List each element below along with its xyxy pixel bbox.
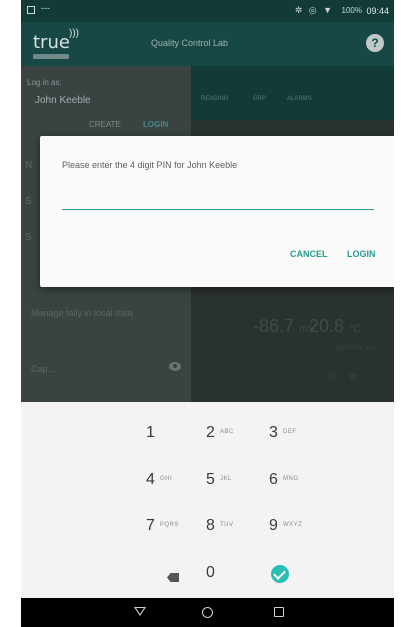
bluetooth-wifi-icons: ✲ ◎ ▼ (294, 5, 334, 15)
selected-user[interactable]: John Keeble (35, 95, 91, 106)
key-digit: 1 (146, 424, 155, 441)
notification-icon (27, 6, 35, 14)
bluetooth-icon: ✲ (349, 372, 358, 383)
battery-label: BATTERY 96% (336, 346, 377, 352)
login-button-bg[interactable]: LOGIN (143, 120, 168, 129)
mv-reading: -86.7 mV (253, 316, 316, 337)
key-9[interactable]: 9 WXYZ (269, 508, 349, 544)
cancel-button[interactable]: CANCEL (290, 249, 328, 259)
app-title: Quality Control Lab (151, 38, 229, 48)
key-digit: 0 (206, 564, 215, 581)
manage-tally-row: Manage tally in local data (31, 308, 133, 318)
true-logo: true ))) (33, 28, 93, 60)
pin-input[interactable] (62, 188, 374, 210)
key-digit: 9 (269, 517, 278, 534)
status-dash: --- (41, 3, 50, 13)
temp-reading: 20.8 °C (309, 316, 361, 337)
tab-alarms[interactable]: ALARMS (287, 96, 312, 102)
key-letters: MNO (283, 476, 299, 482)
key-digit: 8 (206, 517, 215, 534)
key-digit: 7 (146, 517, 155, 534)
tab-reading[interactable]: READING (201, 96, 228, 102)
help-icon[interactable]: ? (366, 34, 384, 52)
key-6[interactable]: 6 MNO (269, 462, 349, 498)
wireless-waves-icon: ))) (69, 28, 79, 39)
battery-level: 100% (341, 6, 362, 15)
logo-bar (33, 54, 69, 59)
row-letter: S (25, 232, 32, 243)
login-as-label: Log in as: (27, 78, 62, 87)
tablet-screen: --- ✲ ◎ ▼ 100% 09:44 true ))) Quality Co… (21, 0, 394, 627)
key-digit: 3 (269, 424, 278, 441)
logo-word: true (33, 32, 70, 53)
key-letters: JKL (220, 476, 232, 482)
key-letters: DEF (283, 429, 297, 435)
cap-row: Cap... (31, 364, 56, 374)
status-bar: --- ✲ ◎ ▼ 100% 09:44 (21, 0, 394, 22)
key-digit: 2 (206, 424, 215, 441)
key-letters: ABC (220, 429, 234, 435)
create-button[interactable]: CREATE (89, 120, 121, 129)
key-letters: GHI (160, 476, 173, 482)
home-icon[interactable] (202, 607, 213, 618)
key-letters: PQRS (160, 522, 180, 528)
confirm-check-icon[interactable] (271, 565, 289, 583)
login-button[interactable]: LOGIN (347, 249, 376, 259)
row-letter: N (25, 160, 33, 171)
navigation-bar (21, 598, 394, 627)
eye-icon[interactable] (169, 362, 181, 371)
temp-unit: °C (349, 323, 362, 335)
mv-value: -86.7 (253, 316, 295, 336)
power-icon: ⏻ (327, 372, 335, 383)
reading-tabs: READING GRP ALARMS (191, 66, 394, 120)
app-bar: true ))) Quality Control Lab ? (21, 22, 394, 66)
tab-grp[interactable]: GRP (253, 96, 266, 102)
key-digit: 5 (206, 471, 215, 488)
key-letters: WXYZ (283, 522, 303, 528)
key-digit: 4 (146, 471, 155, 488)
key-3[interactable]: 3 DEF (269, 415, 349, 451)
key-digit: 6 (269, 471, 278, 488)
pin-dialog: Please enter the 4 digit PIN for John Ke… (40, 136, 394, 287)
row-letter: S (25, 196, 32, 207)
back-icon[interactable] (134, 607, 146, 616)
key-letters: TUV (220, 522, 234, 528)
clock: 09:44 (366, 6, 389, 16)
recents-icon[interactable] (274, 607, 284, 617)
temp-value: 20.8 (309, 316, 345, 336)
pin-prompt: Please enter the 4 digit PIN for John Ke… (62, 160, 238, 170)
